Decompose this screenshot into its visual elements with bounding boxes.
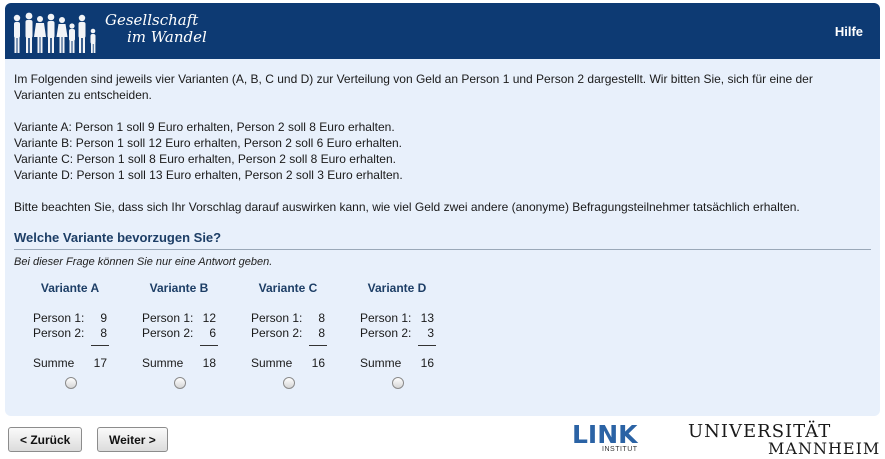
sum-value: 17 xyxy=(93,356,107,370)
person1-value: 8 xyxy=(318,311,325,325)
sum-rule xyxy=(200,345,218,346)
option-header: Variante A xyxy=(40,281,100,295)
people-silhouette-icon xyxy=(13,12,96,53)
sum-row: Summe 18 xyxy=(142,356,220,371)
person2-label: Person 2: xyxy=(360,326,412,340)
intro-text: Im Folgenden sind jeweils vier Varianten… xyxy=(14,72,813,102)
note-text: Bitte beachten Sie, dass sich Ihr Vorsch… xyxy=(14,200,800,214)
variant-line-c: Variante C: Person 1 soll 8 Euro erhalte… xyxy=(14,152,396,166)
question-panel: Im Folgenden sind jeweils vier Varianten… xyxy=(5,59,880,416)
person1-row: Person 1: 12 xyxy=(142,311,220,326)
person1-label: Person 1: xyxy=(251,311,303,325)
person2-label: Person 2: xyxy=(251,326,303,340)
person1-row: Person 1: 9 xyxy=(33,311,111,326)
sum-row: Summe 17 xyxy=(33,356,111,371)
link-institut-logo: LINK INSTITUT xyxy=(572,422,638,453)
radio-variant-a[interactable] xyxy=(65,377,77,389)
variant-line-a: Variante A: Person 1 soll 9 Euro erhalte… xyxy=(14,120,395,134)
person1-row: Person 1: 8 xyxy=(251,311,329,326)
sum-value: 18 xyxy=(202,356,216,370)
radio-variant-c[interactable] xyxy=(283,377,295,389)
variant-line-b: Variante B: Person 1 soll 12 Euro erhalt… xyxy=(14,136,403,150)
person1-row: Person 1: 13 xyxy=(360,311,438,326)
option-header: Variante B xyxy=(149,281,209,295)
sum-value: 16 xyxy=(311,356,325,370)
question-title: Welche Variante bevorzugen Sie? xyxy=(14,230,222,245)
person2-row: Person 2: 3 xyxy=(360,326,438,341)
next-button[interactable]: Weiter > xyxy=(97,427,168,452)
sum-row: Summe 16 xyxy=(360,356,438,371)
person1-value: 13 xyxy=(420,311,434,325)
university-mannheim-logo: UNIVERSITÄT MANNHEIM xyxy=(688,423,880,457)
person2-value: 3 xyxy=(427,326,434,340)
person1-label: Person 1: xyxy=(33,311,85,325)
person1-label: Person 1: xyxy=(360,311,412,325)
logo-line-2: im Wandel xyxy=(127,28,207,46)
person2-label: Person 2: xyxy=(33,326,85,340)
person2-label: Person 2: xyxy=(142,326,194,340)
variant-line-d: Variante D: Person 1 soll 13 Euro erhalt… xyxy=(14,168,403,182)
person1-value: 12 xyxy=(202,311,216,325)
link-logo-word: LINK xyxy=(572,420,638,449)
sum-rule xyxy=(418,345,436,346)
option-header: Variante C xyxy=(258,281,318,295)
help-link[interactable]: Hilfe xyxy=(835,24,863,39)
person2-row: Person 2: 8 xyxy=(33,326,111,341)
divider xyxy=(14,249,871,250)
header-bar: Gesellschaft im Wandel Hilfe xyxy=(5,3,880,59)
sum-label: Summe xyxy=(142,356,184,370)
question-hint: Bei dieser Frage können Sie nur eine Ant… xyxy=(14,256,273,268)
person2-row: Person 2: 6 xyxy=(142,326,220,341)
logo-line-1: Gesellschaft xyxy=(105,11,199,29)
person1-label: Person 1: xyxy=(142,311,194,325)
person2-value: 6 xyxy=(209,326,216,340)
sum-row: Summe 16 xyxy=(251,356,329,371)
radio-variant-b[interactable] xyxy=(174,377,186,389)
radio-variant-d[interactable] xyxy=(392,377,404,389)
back-button[interactable]: < Zurück xyxy=(8,427,83,452)
uni-logo-line-2: MANNHEIM xyxy=(768,439,881,458)
sum-value: 16 xyxy=(420,356,434,370)
sum-label: Summe xyxy=(251,356,293,370)
person2-row: Person 2: 8 xyxy=(251,326,329,341)
variant-descriptions: Variante A: Person 1 soll 9 Euro erhalte… xyxy=(14,119,403,183)
sum-rule xyxy=(309,345,327,346)
sum-label: Summe xyxy=(33,356,75,370)
person1-value: 9 xyxy=(100,311,107,325)
sum-rule xyxy=(91,345,109,346)
person2-value: 8 xyxy=(318,326,325,340)
sum-label: Summe xyxy=(360,356,402,370)
option-header: Variante D xyxy=(367,281,427,295)
person2-value: 8 xyxy=(100,326,107,340)
logo-text: Gesellschaft im Wandel xyxy=(105,12,207,46)
